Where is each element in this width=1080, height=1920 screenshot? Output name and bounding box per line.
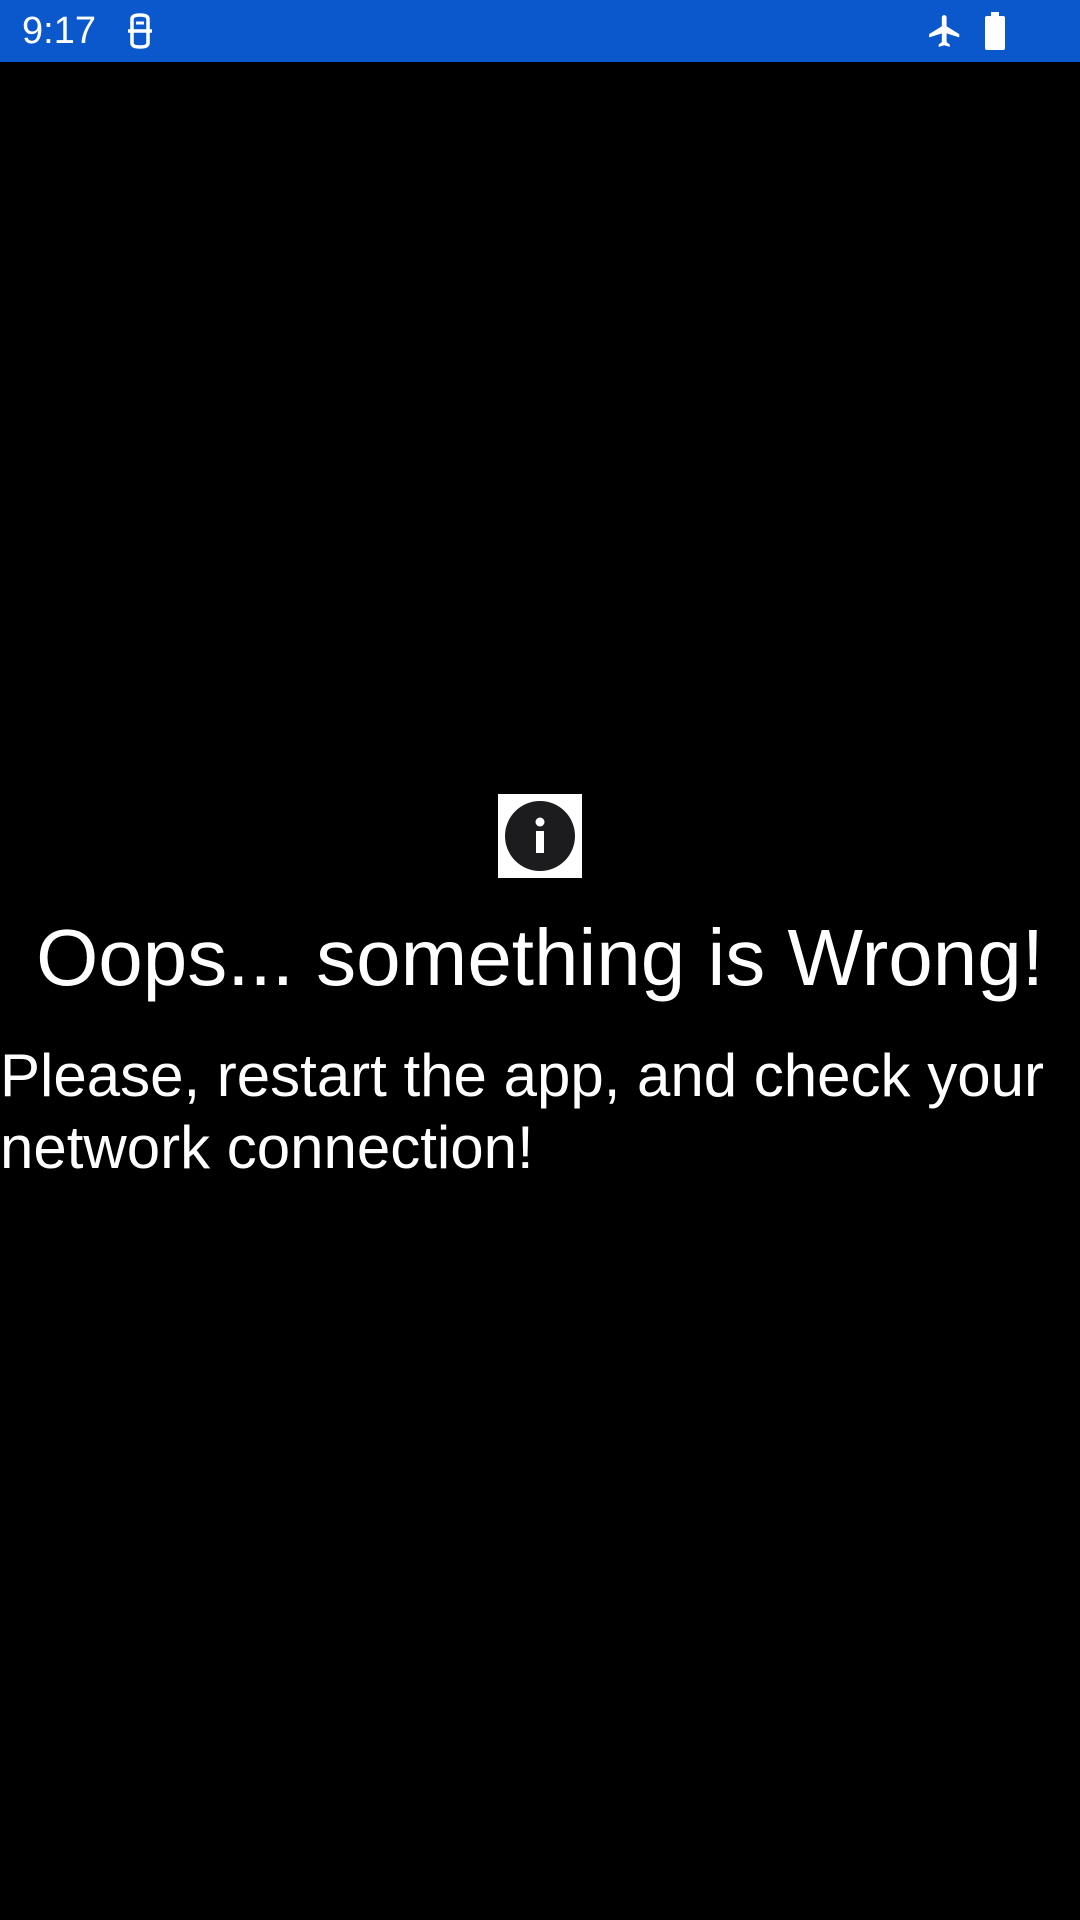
app-screen: 9:17 Oops... something is Wrong! Please,… (0, 0, 1080, 1920)
status-bar: 9:17 (0, 0, 1080, 62)
info-icon-container (498, 794, 582, 878)
error-message-line: Please, restart the app, and check your (0, 1042, 1044, 1109)
status-time: 9:17 (22, 10, 96, 52)
airplane-mode-icon (929, 15, 960, 47)
notification-icon (128, 13, 152, 49)
error-title: Oops... something is Wrong! (36, 913, 1044, 1002)
error-message-line: network connection! (0, 1114, 534, 1181)
error-message: Please, restart the app, and check your … (0, 1040, 1080, 1184)
battery-icon (985, 12, 1005, 50)
info-icon (505, 801, 575, 871)
